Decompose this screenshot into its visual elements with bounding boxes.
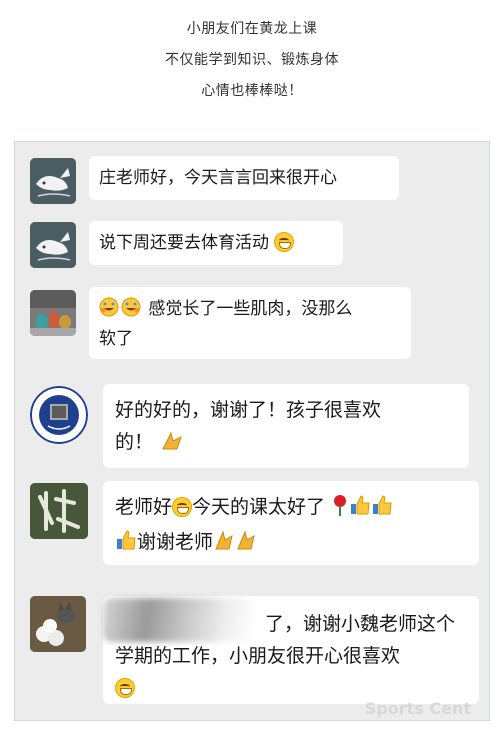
message-bubble-1[interactable]: 庄老师好，今天言言回来很开心	[89, 156, 399, 200]
message-bubble-5[interactable]: 老师好 今天的课太好了 谢谢老师	[103, 481, 479, 565]
university-seal-avatar-icon[interactable]	[30, 386, 88, 444]
thumbs-up-emoji-icon	[115, 529, 137, 561]
grinning-emoji-icon	[274, 232, 295, 252]
message-text: 的！	[115, 431, 154, 453]
message-text: 感觉长了一些肌肉，没那么	[148, 299, 353, 319]
figurines-avatar-icon[interactable]	[30, 290, 76, 336]
watermark: Sports Cent	[364, 699, 471, 718]
message-text: 谢谢老师	[137, 531, 214, 553]
caption-line-2: 不仅能学到知识、锻炼身体	[165, 52, 339, 68]
cat-flowers-avatar-icon[interactable]	[30, 596, 86, 652]
message-bubble-2[interactable]: 说下周还要去体育活动	[89, 221, 343, 265]
message-bubble-4[interactable]: 好的好的，谢谢了！孩子很喜欢 的！	[103, 384, 469, 468]
folded-hands-emoji-icon	[235, 529, 257, 561]
grinning-emoji-icon	[115, 678, 135, 698]
message-text: 好的好的，谢谢了！孩子很喜欢	[115, 399, 382, 421]
cry-laugh-emoji-icon	[121, 297, 143, 326]
message-text: 老师好	[115, 496, 173, 518]
message-text: 庄老师好，今天言言回来很开心	[99, 168, 337, 188]
whale-avatar-icon[interactable]	[30, 222, 76, 268]
folded-hands-emoji-icon	[159, 429, 185, 461]
message-text: 软了	[99, 329, 133, 349]
message-bubble-6[interactable]: 了，谢谢小魏老师这个 学期的工作，小朋友很开心很喜欢	[103, 596, 479, 704]
message-text: 了，谢谢小魏老师这个	[265, 613, 456, 635]
thumbs-up-emoji-icon	[349, 494, 371, 526]
message-text: 学期的工作，小朋友很开心很喜欢	[115, 645, 401, 667]
calligraphy-avatar-icon[interactable]	[30, 483, 88, 539]
whale-avatar-icon[interactable]	[30, 158, 76, 204]
caption-line-1: 小朋友们在黄龙上课	[186, 21, 318, 37]
caption-line-3: 心情也棒棒哒！	[201, 83, 303, 99]
grinning-emoji-icon	[172, 497, 193, 517]
message-text: 说下周还要去体育活动	[99, 233, 269, 253]
message-bubble-3[interactable]: 感觉长了一些肌肉，没那么 软了	[89, 287, 411, 359]
caption: 小朋友们在黄龙上课 不仅能学到知识、锻炼身体 心情也棒棒哒！	[0, 14, 504, 107]
message-text: 今天的课太好了	[192, 496, 326, 518]
cry-laugh-emoji-icon	[99, 297, 121, 326]
rose-emoji-icon	[331, 494, 349, 526]
thumbs-up-emoji-icon	[371, 494, 393, 526]
folded-hands-emoji-icon	[213, 529, 235, 561]
chat-screenshot: 庄老师好，今天言言回来很开心 说下周还要去体育活动 感觉长了一些肌肉，没那么 软…	[14, 141, 490, 721]
